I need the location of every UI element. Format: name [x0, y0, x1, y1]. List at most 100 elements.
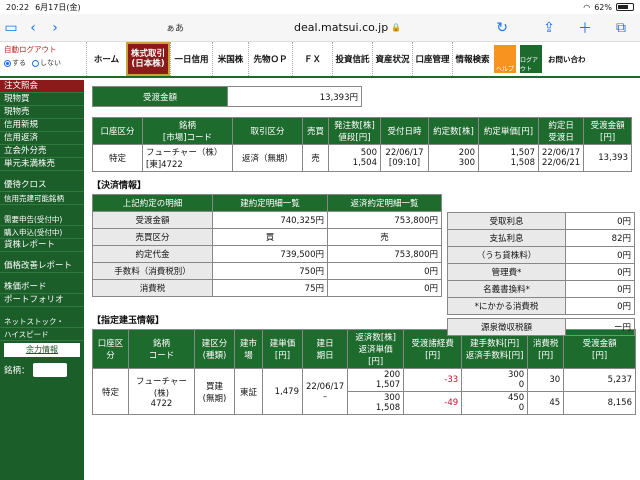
order-header: 口座区分 — [92, 117, 143, 145]
main-menu: ホーム 株式取引 (日本株) 一日信用 米国株 先物ＯＰ ＦＸ 投資信託 資産状… — [86, 42, 640, 76]
order-header: 取引区分 — [232, 117, 303, 145]
site-header: 自動ログアウト する しない ホーム 株式取引 (日本株) 一日信用 米国株 先… — [0, 42, 640, 78]
interest-label: （うち貸株料） — [447, 246, 566, 264]
settle-header-open[interactable]: 建約定明細一覧 — [212, 194, 328, 212]
address-bar[interactable]: deal.matsui.co.jp 🔒 — [294, 21, 401, 34]
menu-us-stock[interactable]: 米国株 — [212, 42, 248, 76]
order-account: 特定 — [92, 144, 143, 172]
position-tax: 30 — [527, 368, 565, 392]
order-fill: 200 300 — [428, 144, 479, 172]
sidebar-item-margin-new[interactable]: 信用新規 — [0, 119, 84, 132]
interest-value: 0円 — [565, 263, 635, 281]
sidebar-item-spot-buy[interactable]: 現物買 — [0, 93, 84, 106]
interest-value: 0円 — [565, 212, 635, 230]
menu-futures[interactable]: 先物ＯＰ — [248, 42, 292, 76]
table-row: 特定 フューチャー (株) 4722 買建 (無期) 東証 1,479 22/06/1… — [92, 368, 636, 415]
table-row: *にかかる消費税 0円 — [447, 297, 635, 315]
autologout-off-radio[interactable]: しない — [32, 58, 61, 68]
menu-stock-trading[interactable]: 株式取引 (日本株) — [126, 42, 170, 76]
sidebar-item-yutai-cross[interactable]: 優待クロス — [0, 179, 84, 192]
menu-home[interactable]: ホーム — [86, 42, 126, 76]
position-account: 特定 — [92, 368, 129, 415]
sidebar-item-order-inquiry[interactable]: 注文照会 — [0, 80, 84, 93]
menu-search[interactable]: 情報検索 — [452, 42, 492, 76]
sidebar-item-purchase[interactable]: 購入申込(受付中) — [0, 226, 84, 239]
sidebar-yoryoku-button[interactable]: 余力情報 — [4, 343, 80, 357]
menu-assets[interactable]: 資産状況 — [372, 42, 412, 76]
sidebar-item-short-available[interactable]: 信用売建可能銘柄 — [0, 192, 84, 205]
position-fee: 300 0 — [461, 368, 529, 392]
settle-label: 受渡金額 — [92, 211, 213, 229]
sidebar-item-highspeed[interactable]: ハイスピード — [0, 328, 84, 341]
interest-label: 受取利息 — [447, 212, 566, 230]
tabs-icon[interactable]: ⧉ — [610, 17, 632, 39]
menu-fx[interactable]: ＦＸ — [292, 42, 332, 76]
position-date: 22/06/17– — [301, 368, 349, 415]
sidebar-item-margin-repay[interactable]: 信用返済 — [0, 132, 84, 145]
amount-table: 受渡金額 13,393円 — [92, 86, 362, 107]
interest-label: *にかかる消費税 — [447, 297, 566, 315]
sidebar-item-lending-report[interactable]: 貸株レポート — [0, 239, 84, 252]
share-icon[interactable]: ⇪ — [538, 17, 560, 39]
position-header: 建単価 [円] — [262, 329, 303, 369]
settle-header: 上記約定の明細 — [92, 194, 213, 212]
reload-icon[interactable]: ↻ — [491, 17, 513, 39]
position-total: 5,237 — [563, 368, 636, 392]
gensen-label: 源泉徴収税額 — [447, 318, 566, 336]
table-row: （うち貸株料） 0円 — [447, 246, 635, 264]
battery-icon — [616, 3, 634, 11]
sidebar-toggle-icon[interactable]: ▭ — [0, 17, 22, 39]
settle-header-repay[interactable]: 返済約定明細一覧 — [327, 194, 442, 212]
meigara-label: 銘柄： — [4, 366, 30, 376]
sidebar-item-off-floor[interactable]: 立会外分売 — [0, 145, 84, 158]
meigara-input[interactable] — [32, 363, 67, 377]
sidebar-item-spot-sell[interactable]: 現物売 — [0, 106, 84, 119]
settle-cell: 売 — [327, 228, 442, 246]
position-header: 銘柄 コード — [128, 329, 195, 369]
sidebar-item-odd-lot[interactable]: 単元未満株売 — [0, 158, 84, 171]
position-repay: 300 1,508 — [347, 391, 405, 415]
url-text: deal.matsui.co.jp — [294, 21, 389, 34]
help-button[interactable]: ヘルプ — [494, 45, 516, 73]
position-header: 建日 期日 — [301, 329, 349, 369]
menu-day-margin[interactable]: 一日信用 — [170, 42, 212, 76]
sidebar-item-netstock[interactable]: ネットストック・ — [0, 315, 84, 328]
order-name[interactable]: フューチャー（株） [東]4722 — [142, 144, 233, 172]
new-tab-icon[interactable]: ＋ — [574, 17, 596, 39]
table-row: 管理費* 0円 — [447, 263, 635, 281]
contact-link[interactable]: お問い合わ — [548, 54, 586, 65]
menu-account[interactable]: 口座管理 — [412, 42, 452, 76]
wifi-icon: ◠ — [583, 2, 591, 12]
interest-value: 0円 — [565, 246, 635, 264]
interest-table: 受取利息 0円 支払利息 82円 （うち貸株料） 0円 管理費* 0円 名義書換料* 0円… — [447, 212, 635, 336]
sidebar-item-demand[interactable]: 需要申告(受付中) — [0, 213, 84, 226]
reader-aa-button[interactable]: ぁあ — [166, 21, 184, 34]
interest-value: 82円 — [565, 229, 635, 247]
table-row: 支払利息 82円 — [447, 229, 635, 247]
order-header: 約定単価[円] — [478, 117, 539, 145]
autologout-label: 自動ログアウト — [4, 45, 57, 54]
forward-icon[interactable]: › — [44, 17, 66, 39]
sidebar-item-stock-board[interactable]: 株価ボード — [0, 281, 84, 294]
order-header: 約定日 受渡日 — [537, 117, 585, 145]
sidebar-item-portfolio[interactable]: ポートフォリオ — [0, 294, 84, 307]
table-row: 消費税 75円 0円 — [92, 279, 442, 297]
sidebar-item-price-report[interactable]: 価格改善レポート — [0, 260, 84, 273]
back-icon[interactable]: ‹ — [22, 17, 44, 39]
position-market: 東証 — [234, 368, 263, 415]
position-cost: -49 — [403, 391, 463, 415]
settle-cell: 買 — [212, 228, 328, 246]
battery-percent: 62% — [594, 2, 612, 12]
interest-value: 0円 — [565, 297, 635, 315]
menu-funds[interactable]: 投資信託 — [332, 42, 372, 76]
order-header: 受付日時 — [380, 117, 429, 145]
autologout-on-radio[interactable]: する — [4, 58, 26, 68]
position-name[interactable]: フューチャー (株) 4722 — [128, 368, 195, 415]
settle-cell: 740,325円 — [212, 211, 328, 229]
order-qty: 500 1,504 — [328, 144, 381, 172]
table-row: 源泉徴収税額 ー円 — [447, 318, 635, 336]
settle-cell: 0円 — [327, 279, 442, 297]
position-total: 8,156 — [563, 391, 636, 415]
sidebar: 注文照会 現物買 現物売 信用新規 信用返済 立会外分売 単元未満株売 優待クロ… — [0, 80, 84, 480]
logout-button[interactable]: ログアウト — [520, 45, 542, 73]
